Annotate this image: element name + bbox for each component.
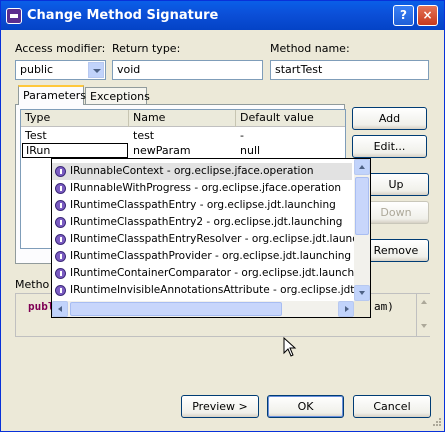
- tab-exceptions[interactable]: Exceptions: [85, 87, 150, 105]
- edit-button[interactable]: Edit...: [352, 135, 427, 158]
- scroll-left-arrow-icon[interactable]: [52, 301, 68, 317]
- table-row-1-type[interactable]: Test: [21, 128, 51, 143]
- autocomplete-item[interactable]: IRuntimeContainerComparator - org.eclips…: [52, 265, 370, 282]
- table-row-2-default[interactable]: null: [236, 143, 264, 158]
- method-signature-preview-label: Metho: [15, 278, 50, 291]
- column-header-type[interactable]: Type: [21, 110, 129, 127]
- preview-scrollbar[interactable]: [416, 294, 430, 336]
- table-row-1-default[interactable]: -: [236, 128, 248, 143]
- ok-button[interactable]: OK: [267, 395, 344, 418]
- autocomplete-horizontal-scrollbar[interactable]: [52, 301, 354, 317]
- column-header-name[interactable]: Name: [129, 110, 236, 127]
- autocomplete-item[interactable]: IRuntimeClasspathProvider - org.eclipse.…: [52, 248, 352, 265]
- return-type-input[interactable]: void: [112, 60, 263, 80]
- resize-grip-icon[interactable]: [430, 417, 442, 429]
- autocomplete-item[interactable]: IRunnableContext - org.eclipse.jface.ope…: [52, 163, 352, 180]
- horizontal-scroll-thumb[interactable]: [70, 302, 282, 316]
- add-button[interactable]: Add: [352, 107, 427, 130]
- method-name-input[interactable]: startTest: [270, 60, 429, 80]
- table-header: Type Name Default value: [21, 110, 345, 127]
- method-name-label: Method name:: [270, 42, 350, 55]
- autocomplete-vertical-scrollbar[interactable]: [354, 159, 370, 301]
- interface-icon: [55, 251, 66, 262]
- remove-button[interactable]: Remove: [363, 239, 429, 262]
- vertical-scroll-thumb[interactable]: [355, 177, 369, 235]
- down-button: Down: [363, 201, 429, 224]
- autocomplete-item[interactable]: IRuntimeClasspathEntryResolver - org.ecl…: [52, 231, 370, 248]
- interface-icon: [55, 200, 66, 211]
- autocomplete-item[interactable]: IRuntimeClasspathEntry2 - org.eclipse.jd…: [52, 214, 352, 231]
- window-title: Change Method Signature: [27, 8, 219, 23]
- type-autocomplete-popup[interactable]: IRunnableContext - org.eclipse.jface.ope…: [51, 158, 371, 318]
- mouse-pointer-icon: [283, 337, 297, 357]
- app-icon: [6, 8, 22, 24]
- access-modifier-combo[interactable]: public: [15, 60, 106, 80]
- table-row-1-name[interactable]: test: [129, 128, 158, 143]
- up-button[interactable]: Up: [363, 173, 429, 196]
- interface-icon: [55, 234, 66, 245]
- chevron-down-icon[interactable]: [88, 62, 104, 78]
- interface-icon: [55, 217, 66, 228]
- scroll-up-icon[interactable]: [421, 300, 427, 304]
- column-header-default-value[interactable]: Default value: [236, 110, 345, 127]
- interface-icon: [55, 285, 66, 296]
- scroll-up-arrow-icon[interactable]: [354, 159, 370, 175]
- scrollbar-corner: [354, 301, 370, 317]
- interface-icon: [55, 166, 66, 177]
- scroll-down-arrow-icon[interactable]: [354, 285, 370, 301]
- autocomplete-item[interactable]: IRuntimeClasspathEntry - org.eclipse.jdt…: [52, 197, 352, 214]
- autocomplete-item[interactable]: IRunnableWithProgress - org.eclipse.jfac…: [52, 180, 352, 197]
- cancel-button[interactable]: Cancel: [353, 395, 431, 418]
- type-cell-editor[interactable]: IRun: [22, 143, 128, 158]
- title-bar[interactable]: Change Method Signature ? ×: [1, 1, 444, 30]
- scroll-right-arrow-icon[interactable]: [338, 301, 354, 317]
- preview-code-tail: am): [374, 300, 394, 313]
- interface-icon: [55, 183, 66, 194]
- interface-icon: [55, 268, 66, 279]
- return-type-label: Return type:: [112, 42, 181, 55]
- scroll-down-icon[interactable]: [421, 324, 427, 328]
- help-button[interactable]: ?: [393, 5, 414, 26]
- access-modifier-value: public: [20, 63, 54, 76]
- preview-button[interactable]: Preview >: [181, 395, 259, 418]
- change-method-signature-dialog: Change Method Signature ? × Access modif…: [0, 0, 445, 432]
- tab-parameters[interactable]: Parameters: [18, 85, 86, 105]
- close-button[interactable]: ×: [417, 5, 438, 26]
- table-row-2-name[interactable]: newParam: [129, 143, 195, 158]
- access-modifier-label: Access modifier:: [15, 42, 106, 55]
- autocomplete-item[interactable]: IRuntimeInvisibleAnnotationsAttribute - …: [52, 282, 370, 299]
